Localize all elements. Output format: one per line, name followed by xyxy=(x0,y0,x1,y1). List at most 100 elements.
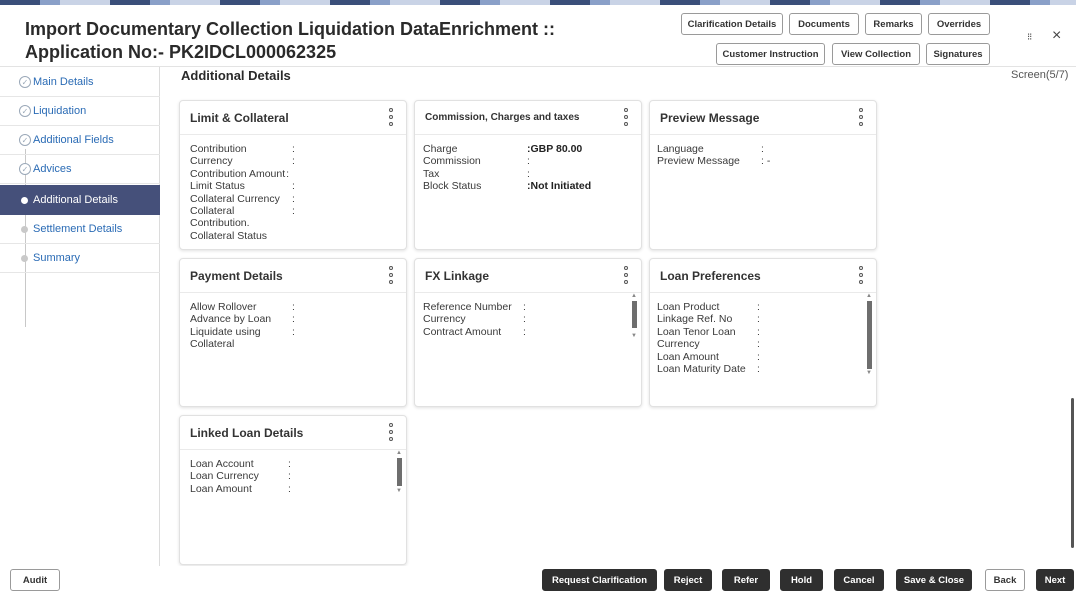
field-separator: : xyxy=(288,482,291,495)
field-row: Loan Amount: xyxy=(657,351,760,363)
scroll-down-icon[interactable]: ▼ xyxy=(866,370,872,376)
hold-button[interactable]: Hold xyxy=(780,569,823,591)
field-label: Contribution. xyxy=(190,217,250,230)
view-collection-button[interactable]: View Collection xyxy=(832,43,920,65)
card-title: Payment Details xyxy=(190,269,283,283)
sidebar-item-liquidation[interactable]: ✓ Liquidation xyxy=(0,97,160,126)
field-label: Currency xyxy=(657,338,700,351)
fx-linkage-card: FX Linkage Reference Number: Currency: C… xyxy=(414,258,642,407)
back-button[interactable]: Back xyxy=(985,569,1025,591)
field-row: Loan Maturity Date: xyxy=(657,363,760,375)
scrollbar-thumb[interactable] xyxy=(867,301,872,369)
field-row: Block Status: Not Initiated xyxy=(423,180,591,192)
field-row: Tax: xyxy=(423,168,591,180)
scroll-down-icon[interactable]: ▼ xyxy=(396,488,402,494)
field-label: Loan Product xyxy=(657,301,720,313)
scroll-down-icon[interactable]: ▼ xyxy=(631,333,637,339)
refer-button[interactable]: Refer xyxy=(722,569,770,591)
field-separator: : xyxy=(757,325,760,338)
card-scrollbar[interactable]: ▲ ▼ xyxy=(631,293,637,341)
signatures-button[interactable]: Signatures xyxy=(926,43,990,65)
field-separator: : xyxy=(292,192,295,205)
field-row: Contribution Amount: xyxy=(190,168,295,180)
page-header: Import Documentary Collection Liquidatio… xyxy=(0,5,1076,67)
more-options-icon[interactable] xyxy=(388,423,394,441)
card-title: Limit & Collateral xyxy=(190,111,289,125)
field-separator: : xyxy=(523,325,526,338)
field-row: Loan Product: xyxy=(657,301,760,313)
sidebar-item-additional-details[interactable]: Additional Details xyxy=(0,185,160,215)
sidebar-item-label: Additional Details xyxy=(33,194,118,206)
check-icon: ✓ xyxy=(19,163,31,175)
customer-instruction-button[interactable]: Customer Instruction xyxy=(716,43,825,65)
field-row: Loan Currency: xyxy=(190,470,291,482)
documents-button[interactable]: Documents xyxy=(789,13,859,35)
more-options-icon[interactable] xyxy=(623,108,629,126)
overrides-button[interactable]: Overrides xyxy=(928,13,990,35)
field-label: Currency xyxy=(190,155,233,168)
scroll-up-icon[interactable]: ▲ xyxy=(396,450,402,456)
sidebar-item-advices[interactable]: ✓ Advices xyxy=(0,155,160,184)
block-status-value: Not Initiated xyxy=(530,180,592,193)
cancel-button[interactable]: Cancel xyxy=(834,569,884,591)
card-fields: Contribution: Currency: Contribution Amo… xyxy=(190,143,295,242)
sidebar-item-label: Advices xyxy=(33,163,72,175)
field-separator: : xyxy=(288,470,291,483)
card-header: Loan Preferences xyxy=(650,259,876,293)
save-close-button[interactable]: Save & Close xyxy=(896,569,972,591)
field-separator: : xyxy=(527,167,530,180)
scroll-up-icon[interactable]: ▲ xyxy=(866,293,872,299)
more-options-icon[interactable] xyxy=(388,108,394,126)
field-label: Language xyxy=(657,143,704,155)
more-options-icon[interactable] xyxy=(858,266,864,284)
scrollbar-thumb[interactable] xyxy=(632,301,637,328)
field-label: Collateral Status xyxy=(190,229,268,242)
sidebar-item-main-details[interactable]: ✓ Main Details xyxy=(0,68,160,97)
check-icon: ✓ xyxy=(19,105,31,117)
current-step-dot-icon xyxy=(21,196,28,204)
card-scrollbar[interactable]: ▲ ▼ xyxy=(396,450,402,496)
field-row: Linkage Ref. No: xyxy=(657,313,760,325)
field-separator: : xyxy=(757,301,760,313)
card-header: Limit & Collateral xyxy=(180,101,406,135)
request-clarification-button[interactable]: Request Clarification xyxy=(542,569,657,591)
more-options-icon[interactable] xyxy=(388,266,394,284)
more-options-icon[interactable] xyxy=(623,266,629,284)
collapse-icon[interactable]: ⁝⁝ xyxy=(1027,32,1032,43)
audit-button[interactable]: Audit xyxy=(10,569,60,591)
field-label: Limit Status xyxy=(190,180,245,193)
card-title: Loan Preferences xyxy=(660,269,761,283)
field-label: Contribution xyxy=(190,143,247,155)
page-scrollbar[interactable] xyxy=(1071,398,1074,548)
field-separator: : xyxy=(757,350,760,363)
close-icon[interactable]: × xyxy=(1052,27,1061,45)
scrollbar-thumb[interactable] xyxy=(397,458,402,486)
card-fields: Charge: GBP 80.00 Commission: Tax: Block… xyxy=(423,143,591,193)
card-scrollbar[interactable]: ▲ ▼ xyxy=(866,293,872,377)
field-row: Commission: xyxy=(423,155,591,167)
field-label: Block Status xyxy=(423,180,482,193)
scroll-up-icon[interactable]: ▲ xyxy=(631,293,637,299)
reject-button[interactable]: Reject xyxy=(664,569,712,591)
check-icon: ✓ xyxy=(19,76,31,88)
card-fields: Loan Account: Loan Currency: Loan Amount… xyxy=(190,458,291,495)
sidebar-item-summary[interactable]: Summary xyxy=(0,244,160,273)
more-options-icon[interactable] xyxy=(858,108,864,126)
sidebar-item-settlement-details[interactable]: Settlement Details xyxy=(0,215,160,244)
field-row: Contribution. xyxy=(190,217,295,229)
field-label: Contract Amount xyxy=(423,325,502,338)
field-row: Loan Tenor Loan: xyxy=(657,326,760,338)
remarks-button[interactable]: Remarks xyxy=(865,13,922,35)
card-header: FX Linkage xyxy=(415,259,641,293)
next-button[interactable]: Next xyxy=(1036,569,1074,591)
sidebar-item-additional-fields[interactable]: ✓ Additional Fields xyxy=(0,126,160,155)
sidebar-item-label: Settlement Details xyxy=(33,223,123,235)
card-fields: Language: Preview Message: - xyxy=(657,143,770,168)
field-label: Preview Message xyxy=(657,155,740,168)
clarification-details-button[interactable]: Clarification Details xyxy=(681,13,783,35)
field-row: Limit Status: xyxy=(190,180,295,192)
application-number: Application No:- PK2IDCL000062325 xyxy=(25,42,337,62)
card-header: Preview Message xyxy=(650,101,876,135)
field-label: Collateral xyxy=(190,338,235,351)
field-label: Loan Amount xyxy=(657,350,719,363)
